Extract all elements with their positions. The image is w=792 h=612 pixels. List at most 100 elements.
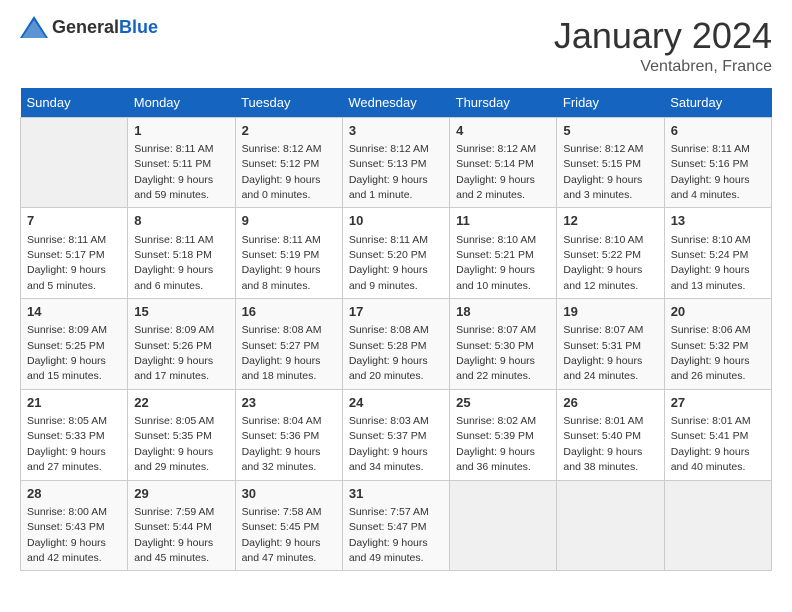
day-info: Sunrise: 7:58 AM Sunset: 5:45 PM Dayligh… — [242, 506, 322, 564]
day-number: 19 — [563, 303, 657, 321]
day-number: 9 — [242, 212, 336, 230]
logo-blue: Blue — [119, 17, 158, 37]
logo: GeneralBlue — [20, 16, 158, 38]
day-number: 14 — [27, 303, 121, 321]
calendar-cell-2-0: 14 Sunrise: 8:09 AM Sunset: 5:25 PM Dayli… — [21, 299, 128, 390]
day-info: Sunrise: 8:12 AM Sunset: 5:15 PM Dayligh… — [563, 143, 643, 201]
day-info: Sunrise: 8:10 AM Sunset: 5:24 PM Dayligh… — [671, 234, 751, 292]
calendar-cell-4-3: 31 Sunrise: 7:57 AM Sunset: 5:47 PM Dayli… — [342, 480, 449, 571]
day-number: 11 — [456, 212, 550, 230]
logo-general: General — [52, 17, 119, 37]
day-number: 27 — [671, 394, 765, 412]
calendar-cell-2-4: 18Sunrise: 8:07 AM Sunset: 5:30 PM Dayli… — [450, 299, 557, 390]
calendar-cell-1-3: 10Sunrise: 8:11 AM Sunset: 5:20 PM Dayli… — [342, 208, 449, 299]
day-info: Sunrise: 8:01 AM Sunset: 5:40 PM Dayligh… — [563, 415, 643, 473]
week-row-3: 14 Sunrise: 8:09 AM Sunset: 5:25 PM Dayli… — [21, 299, 772, 390]
day-number: 28 — [27, 485, 121, 503]
day-number: 29 — [134, 485, 228, 503]
day-number: 16 — [242, 303, 336, 321]
calendar-table: Sunday Monday Tuesday Wednesday Thursday… — [20, 88, 772, 572]
page-header: GeneralBlue January 2024 Ventabren, Fran… — [20, 16, 772, 76]
calendar-cell-0-5: 5 Sunrise: 8:12 AM Sunset: 5:15 PM Daylig… — [557, 117, 664, 208]
day-info: Sunrise: 7:57 AM Sunset: 5:47 PM Dayligh… — [349, 506, 429, 564]
day-number: 30 — [242, 485, 336, 503]
day-number: 12 — [563, 212, 657, 230]
day-info: Sunrise: 8:05 AM Sunset: 5:35 PM Dayligh… — [134, 415, 214, 473]
calendar-cell-3-1: 22 Sunrise: 8:05 AM Sunset: 5:35 PM Dayli… — [128, 389, 235, 480]
day-info: Sunrise: 8:09 AM Sunset: 5:26 PM Dayligh… — [134, 324, 214, 382]
week-row-1: 1Sunrise: 8:11 AM Sunset: 5:11 PM Daylig… — [21, 117, 772, 208]
day-number: 1 — [134, 122, 228, 140]
header-saturday: Saturday — [664, 88, 771, 118]
header-thursday: Thursday — [450, 88, 557, 118]
week-row-5: 28 Sunrise: 8:00 AM Sunset: 5:43 PM Dayli… — [21, 480, 772, 571]
day-number: 20 — [671, 303, 765, 321]
calendar-cell-3-3: 24 Sunrise: 8:03 AM Sunset: 5:37 PM Dayli… — [342, 389, 449, 480]
calendar-cell-1-2: 9 Sunrise: 8:11 AM Sunset: 5:19 PM Daylig… — [235, 208, 342, 299]
day-info: Sunrise: 8:11 AM Sunset: 5:19 PM Dayligh… — [242, 234, 321, 292]
day-info: Sunrise: 8:01 AM Sunset: 5:41 PM Dayligh… — [671, 415, 751, 473]
week-row-2: 7Sunrise: 8:11 AM Sunset: 5:17 PM Daylig… — [21, 208, 772, 299]
calendar-cell-4-1: 29 Sunrise: 7:59 AM Sunset: 5:44 PM Dayli… — [128, 480, 235, 571]
calendar-cell-0-3: 3 Sunrise: 8:12 AM Sunset: 5:13 PM Daylig… — [342, 117, 449, 208]
calendar-cell-0-6: 6Sunrise: 8:11 AM Sunset: 5:16 PM Daylig… — [664, 117, 771, 208]
day-info: Sunrise: 8:10 AM Sunset: 5:22 PM Dayligh… — [563, 234, 643, 292]
day-info: Sunrise: 8:12 AM Sunset: 5:13 PM Dayligh… — [349, 143, 429, 201]
header-friday: Friday — [557, 88, 664, 118]
day-number: 15 — [134, 303, 228, 321]
day-info: Sunrise: 8:03 AM Sunset: 5:37 PM Dayligh… — [349, 415, 429, 473]
calendar-cell-2-5: 19Sunrise: 8:07 AM Sunset: 5:31 PM Dayli… — [557, 299, 664, 390]
day-info: Sunrise: 8:02 AM Sunset: 5:39 PM Dayligh… — [456, 415, 536, 473]
calendar-cell-0-0 — [21, 117, 128, 208]
calendar-cell-4-0: 28 Sunrise: 8:00 AM Sunset: 5:43 PM Dayli… — [21, 480, 128, 571]
logo-icon — [20, 16, 48, 38]
calendar-cell-4-5 — [557, 480, 664, 571]
logo-text: GeneralBlue — [52, 17, 158, 38]
day-number: 24 — [349, 394, 443, 412]
day-number: 23 — [242, 394, 336, 412]
calendar-cell-1-1: 8Sunrise: 8:11 AM Sunset: 5:18 PM Daylig… — [128, 208, 235, 299]
day-number: 21 — [27, 394, 121, 412]
day-info: Sunrise: 8:12 AM Sunset: 5:12 PM Dayligh… — [242, 143, 322, 201]
day-info: Sunrise: 8:00 AM Sunset: 5:43 PM Dayligh… — [27, 506, 107, 564]
calendar-cell-4-2: 30 Sunrise: 7:58 AM Sunset: 5:45 PM Dayli… — [235, 480, 342, 571]
calendar-cell-1-5: 12 Sunrise: 8:10 AM Sunset: 5:22 PM Dayli… — [557, 208, 664, 299]
week-row-4: 21 Sunrise: 8:05 AM Sunset: 5:33 PM Dayli… — [21, 389, 772, 480]
calendar-cell-1-0: 7Sunrise: 8:11 AM Sunset: 5:17 PM Daylig… — [21, 208, 128, 299]
calendar-cell-3-0: 21 Sunrise: 8:05 AM Sunset: 5:33 PM Dayli… — [21, 389, 128, 480]
calendar-cell-3-2: 23Sunrise: 8:04 AM Sunset: 5:36 PM Dayli… — [235, 389, 342, 480]
day-number: 7 — [27, 212, 121, 230]
calendar-cell-3-6: 27 Sunrise: 8:01 AM Sunset: 5:41 PM Dayli… — [664, 389, 771, 480]
day-number: 5 — [563, 122, 657, 140]
title-area: January 2024 Ventabren, France — [554, 16, 772, 76]
day-info: Sunrise: 7:59 AM Sunset: 5:44 PM Dayligh… — [134, 506, 214, 564]
calendar-cell-2-6: 20Sunrise: 8:06 AM Sunset: 5:32 PM Dayli… — [664, 299, 771, 390]
day-info: Sunrise: 8:05 AM Sunset: 5:33 PM Dayligh… — [27, 415, 107, 473]
day-number: 10 — [349, 212, 443, 230]
calendar-cell-2-2: 16 Sunrise: 8:08 AM Sunset: 5:27 PM Dayli… — [235, 299, 342, 390]
day-info: Sunrise: 8:08 AM Sunset: 5:28 PM Dayligh… — [349, 324, 429, 382]
day-number: 4 — [456, 122, 550, 140]
day-info: Sunrise: 8:08 AM Sunset: 5:27 PM Dayligh… — [242, 324, 322, 382]
calendar-cell-3-4: 25Sunrise: 8:02 AM Sunset: 5:39 PM Dayli… — [450, 389, 557, 480]
day-info: Sunrise: 8:09 AM Sunset: 5:25 PM Dayligh… — [27, 324, 107, 382]
page-subtitle: Ventabren, France — [554, 58, 772, 76]
calendar-cell-3-5: 26 Sunrise: 8:01 AM Sunset: 5:40 PM Dayli… — [557, 389, 664, 480]
calendar-cell-2-1: 15 Sunrise: 8:09 AM Sunset: 5:26 PM Dayli… — [128, 299, 235, 390]
day-number: 22 — [134, 394, 228, 412]
weekday-header-row: Sunday Monday Tuesday Wednesday Thursday… — [21, 88, 772, 118]
header-tuesday: Tuesday — [235, 88, 342, 118]
day-number: 31 — [349, 485, 443, 503]
calendar-cell-1-6: 13 Sunrise: 8:10 AM Sunset: 5:24 PM Dayli… — [664, 208, 771, 299]
day-number: 3 — [349, 122, 443, 140]
day-info: Sunrise: 8:12 AM Sunset: 5:14 PM Dayligh… — [456, 143, 536, 201]
day-number: 17 — [349, 303, 443, 321]
calendar-cell-2-3: 17 Sunrise: 8:08 AM Sunset: 5:28 PM Dayli… — [342, 299, 449, 390]
day-number: 2 — [242, 122, 336, 140]
day-number: 26 — [563, 394, 657, 412]
day-number: 13 — [671, 212, 765, 230]
header-wednesday: Wednesday — [342, 88, 449, 118]
calendar-cell-4-4 — [450, 480, 557, 571]
calendar-cell-0-4: 4 Sunrise: 8:12 AM Sunset: 5:14 PM Daylig… — [450, 117, 557, 208]
page-title: January 2024 — [554, 16, 772, 56]
